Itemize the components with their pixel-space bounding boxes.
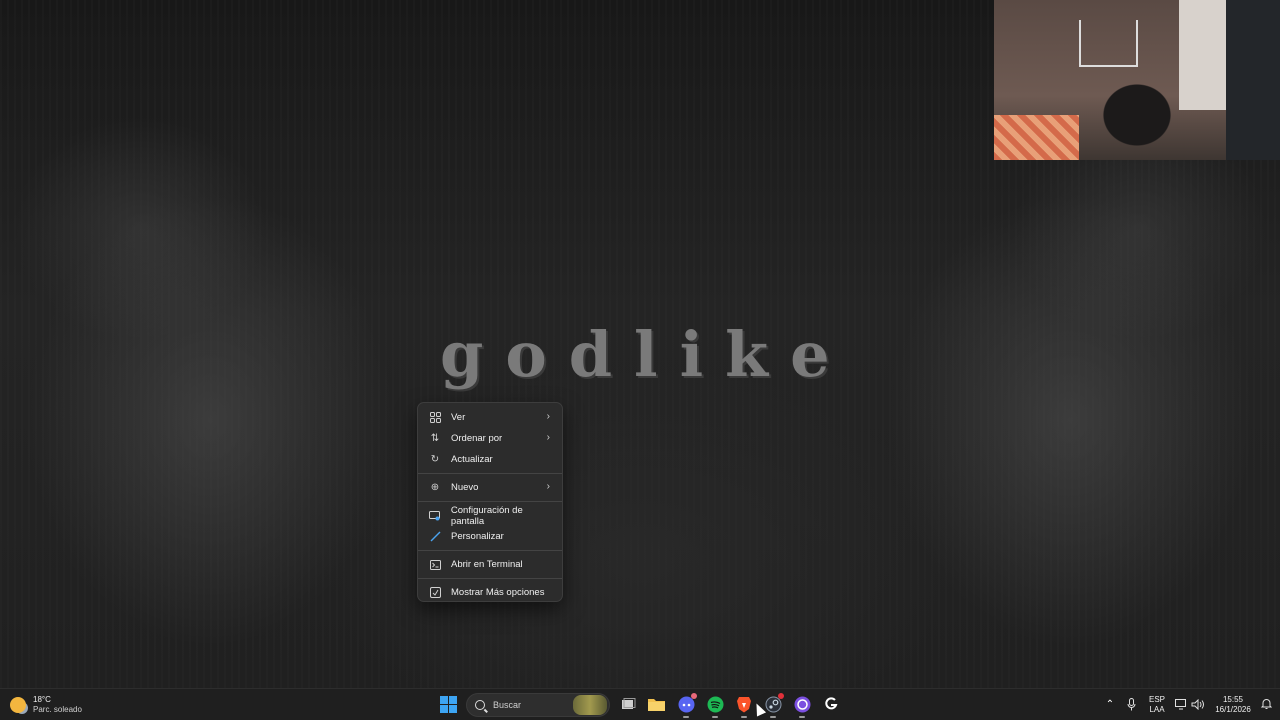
folder-icon: [647, 699, 665, 711]
menu-item-nuevo[interactable]: ⊕ Nuevo ›: [422, 477, 558, 498]
grid-icon: [428, 411, 442, 425]
menu-item-configuracion-pantalla[interactable]: Configuración de pantalla: [422, 504, 558, 527]
menu-separator: [418, 473, 562, 474]
clock-time: 15:55: [1222, 695, 1244, 704]
menu-item-mostrar-mas-opciones[interactable]: Mostrar Más opciones: [422, 582, 558, 603]
menu-separator: [418, 578, 562, 579]
more-options-icon: [428, 586, 442, 600]
task-view-icon: [621, 697, 635, 709]
chevron-right-icon: ›: [546, 432, 550, 443]
brave-button[interactable]: [735, 695, 753, 718]
weather-condition: Parc. soleado: [33, 705, 82, 714]
chevron-up-icon[interactable]: ⌃: [1101, 695, 1119, 713]
sort-icon: ⇅: [430, 433, 440, 444]
menu-item-label: Abrir en Terminal: [451, 559, 523, 570]
search-input[interactable]: Buscar: [466, 693, 610, 717]
brave-icon: [737, 696, 751, 712]
weather-temperature: 18°C: [33, 695, 51, 704]
spotify-icon: [707, 696, 723, 712]
notification-badge: [691, 693, 697, 699]
search-highlight-image: [573, 695, 607, 715]
circle-app-icon: [794, 696, 810, 712]
input-language[interactable]: ESP LAA: [1146, 695, 1168, 715]
desktop-context-menu: Ver › ⇅ Ordenar por › ↻ Actualizar ⊕ Nue…: [417, 402, 563, 602]
refresh-icon: ↻: [430, 454, 440, 465]
network-icon[interactable]: [1172, 695, 1190, 713]
wallpaper-title: godlike: [440, 318, 852, 391]
taskbar: 18°C Parc. soleado Buscar ⌃ ESP LAA 15:5…: [0, 688, 1280, 720]
webcam-bed: [994, 115, 1079, 160]
menu-item-label: Ver: [451, 412, 466, 423]
menu-separator: [418, 501, 562, 502]
clock[interactable]: 15:55 16/1/2026: [1210, 695, 1256, 715]
microphone-icon[interactable]: [1122, 695, 1140, 713]
menu-item-actualizar[interactable]: ↻ Actualizar: [422, 449, 558, 470]
plus-circle-icon: ⊕: [430, 482, 440, 493]
running-indicator: [741, 716, 747, 718]
g-hub-button[interactable]: [822, 695, 840, 713]
search-icon: [475, 700, 485, 710]
desktop[interactable]: godlike Ver › ⇅ Ordenar por › ↻ Actualiz…: [0, 0, 1280, 688]
notification-bell-icon[interactable]: [1257, 695, 1275, 713]
menu-item-label: Personalizar: [451, 531, 504, 542]
menu-item-label: Mostrar Más opciones: [451, 587, 545, 598]
discord-button[interactable]: [677, 693, 697, 718]
clock-date: 16/1/2026: [1215, 705, 1251, 714]
terminal-icon: [428, 558, 442, 572]
g-hub-icon: [825, 697, 838, 710]
volume-icon[interactable]: [1189, 695, 1207, 713]
partly-sunny-icon: [10, 697, 26, 713]
webcam-clothes: [1226, 0, 1280, 160]
task-view-button[interactable]: [619, 695, 637, 713]
file-explorer-button[interactable]: [647, 695, 665, 713]
notification-badge: [778, 693, 784, 699]
menu-separator: [418, 550, 562, 551]
menu-item-label: Configuración de pantalla: [450, 504, 523, 527]
purple-app-button[interactable]: [793, 695, 811, 718]
weather-widget[interactable]: 18°C Parc. soleado: [10, 693, 82, 717]
menu-item-label: Ordenar por: [451, 433, 503, 444]
menu-item-label: Actualizar: [451, 454, 493, 465]
menu-item-abrir-terminal[interactable]: Abrir en Terminal: [422, 554, 558, 575]
steam-button[interactable]: [764, 693, 784, 718]
running-indicator: [683, 716, 689, 718]
search-placeholder: Buscar: [493, 700, 522, 710]
display-settings-icon: [428, 509, 442, 523]
webcam-person: [1079, 60, 1194, 160]
language-code: ESP: [1148, 695, 1165, 704]
start-button[interactable]: [439, 695, 457, 713]
spotify-button[interactable]: [706, 695, 724, 718]
running-indicator: [799, 716, 805, 718]
chevron-right-icon: ›: [546, 481, 550, 492]
menu-item-ordenar-por[interactable]: ⇅ Ordenar por ›: [422, 428, 558, 449]
running-indicator: [712, 716, 718, 718]
pen-icon: [428, 530, 442, 544]
menu-item-ver[interactable]: Ver ›: [422, 407, 558, 428]
running-indicator: [770, 716, 776, 718]
keyboard-layout: LAA: [1149, 705, 1165, 714]
chevron-right-icon: ›: [546, 411, 550, 422]
webcam-overlay: [994, 0, 1280, 160]
windows-logo-icon: [439, 695, 457, 713]
menu-item-label: Nuevo: [451, 482, 479, 493]
menu-item-personalizar[interactable]: Personalizar: [422, 526, 558, 547]
